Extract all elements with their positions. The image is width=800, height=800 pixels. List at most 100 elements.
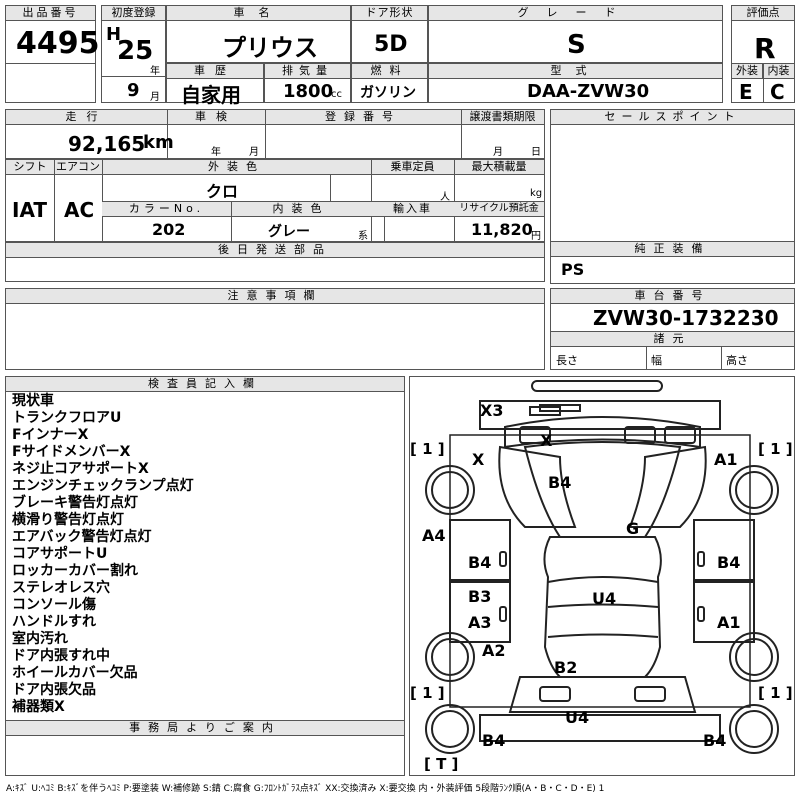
recycle-header: リサイクル預託金 (454, 202, 544, 217)
rating-value: R (754, 32, 776, 65)
first-reg-box: 初度登録 H 25 年 9 月 (101, 5, 166, 103)
mark-b4-left: B4 (468, 553, 492, 572)
displacement-box: 排気量 1800 cc (264, 63, 351, 103)
door-header: ドア形状 (352, 6, 427, 21)
mark-a1-right: A1 (717, 613, 741, 632)
caution-box: 注意事項欄 (5, 288, 545, 370)
tire-front-left: [ 1 ] (410, 440, 445, 458)
later-parts-box: 後日発送部品 (5, 242, 545, 282)
fuel-value: ガソリン (360, 85, 416, 101)
tire-rear-right: [ 1 ] (758, 684, 793, 702)
inspector-note-item: ステレオレス穴 (12, 580, 110, 596)
displacement-unit: cc (331, 89, 342, 100)
mark-a1-front-right: A1 (714, 450, 738, 469)
trunk-mark: [ T ] (424, 755, 459, 773)
history-header: 車歴 (167, 64, 263, 79)
shaken-year-unit: 年 (211, 147, 221, 158)
mark-a2: A2 (482, 641, 506, 660)
int-color-value: グレー (268, 224, 310, 240)
displacement-value: 1800 (283, 81, 334, 102)
recycle-value: 11,820 (471, 220, 533, 239)
office-header: 事務局よりご案内 (6, 721, 404, 736)
mark-x-top: X (540, 431, 553, 450)
mark-u4-center: U4 (592, 589, 617, 608)
mark-b4-right: B4 (717, 553, 741, 572)
specs-header: 諸元 (551, 332, 794, 347)
car-name-value: プリウス (222, 34, 318, 62)
first-reg-header: 初度登録 (102, 6, 165, 21)
max-load-unit: kg (530, 188, 543, 199)
chassis-header: 車台番号 (551, 289, 794, 304)
car-outline (425, 380, 779, 754)
inspector-note-item: FインナーX (12, 427, 89, 443)
inspector-note-item: 現状車 (12, 393, 54, 409)
later-parts-header: 後日発送部品 (6, 243, 544, 258)
mark-b3: B3 (468, 587, 492, 606)
inspector-notes-list: 現状車 トランクフロアU FインナーX FサイドメンバーX ネジ止コアサポートX エンジン… (12, 393, 194, 716)
transfer-month-unit: 月 (493, 147, 503, 158)
model-box: 型式 DAA-ZVW30 (428, 63, 723, 103)
exterior-value: E (739, 80, 753, 104)
mark-b2: B2 (554, 658, 578, 677)
spec-length-label: 長さ (556, 354, 578, 367)
mileage-value: 92,165 (68, 132, 146, 156)
reg-no-header: 登録番号 (265, 110, 461, 125)
fuel-box: 燃料 ガソリン (351, 63, 428, 103)
ext-color-header: 外装色 (102, 160, 371, 175)
interior-header: 内装 (763, 64, 794, 79)
inspector-header: 検査員記入欄 (6, 377, 404, 392)
fuel-header: 燃料 (352, 64, 427, 79)
equipment-header: 純正装備 (551, 242, 794, 257)
ext-color-value: クロ (206, 182, 239, 201)
inspector-note-item: ブレーキ警告灯点灯 (12, 495, 138, 511)
first-reg-month: 9 (127, 80, 140, 101)
mark-x-left: X (472, 450, 485, 469)
mark-b4-bottom-left: B4 (482, 731, 506, 750)
lot-number: 4495 (16, 26, 100, 61)
color-no-value: 202 (152, 220, 186, 239)
mark-u4-rear: U4 (565, 708, 590, 727)
displacement-header: 排気量 (265, 64, 350, 79)
capacity-header: 乗車定員 (371, 160, 454, 175)
shift-header: シフト (6, 160, 54, 175)
tire-rear-left: [ 1 ] (410, 684, 445, 702)
equipment-value: PS (561, 260, 585, 279)
capacity-unit: 人 (440, 192, 450, 203)
aircon-header: エアコン (54, 160, 102, 175)
inspector-note-item: 補器類X (12, 699, 65, 715)
transfer-day-unit: 日 (531, 147, 541, 158)
first-reg-month-unit: 月 (150, 92, 160, 103)
grade-box: グレード S (428, 5, 723, 63)
mileage-row: 走行 車検 登録番号 譲渡書類期限 92,165 km 年 月 月 日 (5, 109, 545, 159)
interior-value: C (770, 80, 785, 104)
inspector-note-item: エンジンチェックランプ点灯 (12, 478, 194, 494)
shaken-header: 車検 (167, 110, 265, 125)
mark-a4: A4 (422, 526, 446, 545)
inspector-note-item: トランクフロアU (12, 410, 122, 426)
inspector-note-item: FサイドメンバーX (12, 444, 131, 460)
max-load-header: 最大積載量 (454, 160, 544, 175)
int-color-header: 内装色 (231, 202, 371, 217)
spec-width-label: 幅 (651, 354, 662, 367)
door-value: 5D (374, 32, 408, 57)
grade-value: S (567, 30, 586, 60)
mark-b4-hood: B4 (548, 473, 572, 492)
mark-b4-bottom-right: B4 (703, 731, 727, 750)
inspector-box: 検査員記入欄 現状車 トランクフロアU FインナーX FサイドメンバーX ネジ止コアサポ… (5, 376, 405, 776)
transfer-header: 譲渡書類期限 (461, 110, 544, 125)
int-color-unit: 系 (358, 231, 368, 242)
exterior-header: 外装 (732, 64, 763, 79)
inspector-note-item: ホイールカバー欠品 (12, 665, 138, 681)
mark-x3: X3 (480, 401, 504, 420)
inspector-note-item: ロッカーカバー割れ (12, 563, 138, 579)
first-reg-year-unit: 年 (150, 66, 160, 77)
door-box: ドア形状 5D (351, 5, 428, 63)
model-value: DAA-ZVW30 (527, 81, 650, 102)
mileage-unit: km (143, 132, 174, 153)
tire-front-right: [ 1 ] (758, 440, 793, 458)
sales-point-box: セールスポイント 純正装備 PS (550, 109, 795, 284)
inspector-note-item: エアバック警告灯点灯 (12, 529, 152, 545)
recycle-unit: 円 (531, 231, 541, 242)
inspector-note-item: ドア内張すれ中 (12, 648, 110, 664)
inspector-note-item: 横滑り警告灯点灯 (12, 512, 124, 528)
